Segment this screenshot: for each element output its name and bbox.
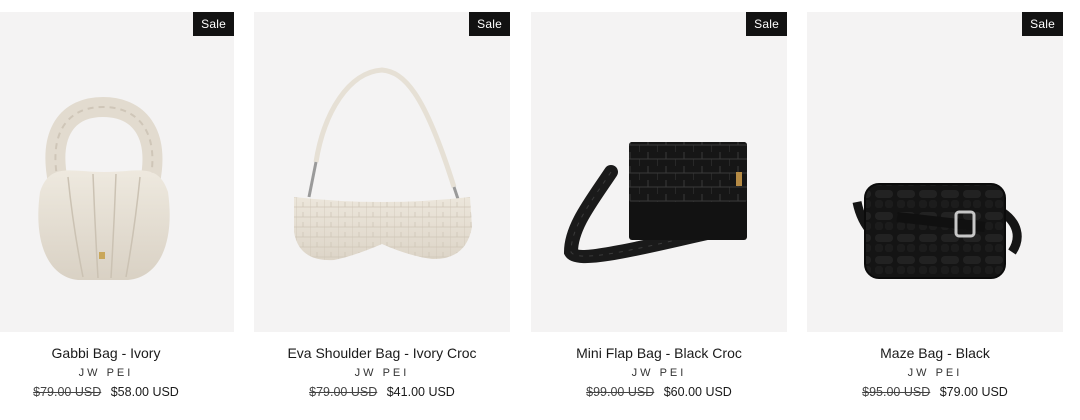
product-prices: $95.00 USD $79.00 USD <box>807 384 1063 400</box>
product-title[interactable]: Maze Bag - Black <box>807 344 1063 362</box>
product-card-maze[interactable]: Sale Maze Bag - Black JW PEI $95.00 USD … <box>807 12 1063 412</box>
product-vendor: JW PEI <box>78 367 134 379</box>
sale-price: $60.00 USD <box>663 385 732 399</box>
product-title[interactable]: Gabbi Bag - Ivory <box>0 344 234 362</box>
sale-badge: Sale <box>469 12 510 36</box>
ivory-ruched-hobo-bag-icon <box>38 96 170 280</box>
product-card-eva[interactable]: Sale Eva Shoulder Bag - Ivory Croc JW PE… <box>254 12 510 412</box>
product-image-link[interactable]: Sale <box>807 12 1063 332</box>
product-prices: $99.00 USD $60.00 USD <box>531 384 787 400</box>
sale-price: $41.00 USD <box>386 385 455 399</box>
product-vendor: JW PEI <box>354 367 410 379</box>
compare-at-price: $79.00 USD <box>309 385 378 399</box>
product-prices: $79.00 USD $58.00 USD <box>0 384 234 400</box>
sale-badge: Sale <box>193 12 234 36</box>
sale-price: $58.00 USD <box>110 385 179 399</box>
sale-badge: Sale <box>1022 12 1063 36</box>
product-prices: $79.00 USD $41.00 USD <box>254 384 510 400</box>
product-image-link[interactable]: Sale <box>254 12 510 332</box>
sale-badge: Sale <box>746 12 787 36</box>
compare-at-price: $79.00 USD <box>33 385 102 399</box>
product-image-link[interactable]: Sale <box>0 12 234 332</box>
sale-price: $79.00 USD <box>939 385 1008 399</box>
ivory-croc-shoulder-bag-icon <box>294 67 472 261</box>
product-vendor: JW PEI <box>631 367 687 379</box>
product-image-link[interactable]: Sale <box>531 12 787 332</box>
black-woven-crossbody-bag-icon <box>852 183 1022 279</box>
product-title[interactable]: Mini Flap Bag - Black Croc <box>531 344 787 362</box>
compare-at-price: $99.00 USD <box>586 385 655 399</box>
product-card-mini-flap[interactable]: Sale Mini Flap Bag - Black Croc JW PEI $… <box>531 12 787 412</box>
product-grid: Sale Gabbi Bag - Ivory JW PEI $79.00 USD… <box>0 0 1080 420</box>
product-title[interactable]: Eva Shoulder Bag - Ivory Croc <box>254 344 510 362</box>
black-croc-flap-bag-icon <box>563 142 747 264</box>
compare-at-price: $95.00 USD <box>862 385 931 399</box>
product-card-gabbi[interactable]: Sale Gabbi Bag - Ivory JW PEI $79.00 USD… <box>0 12 234 412</box>
product-vendor: JW PEI <box>907 367 963 379</box>
